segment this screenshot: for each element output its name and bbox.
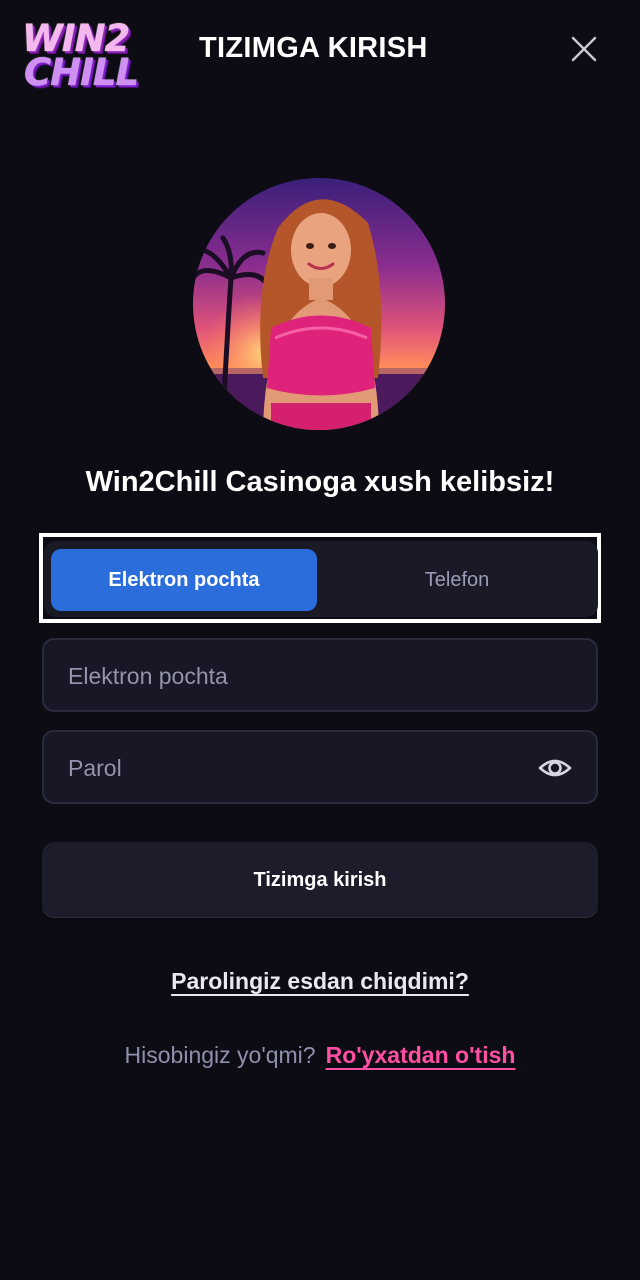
logo-line-2: CHILL: [24, 51, 139, 94]
email-field-container: [42, 638, 598, 712]
tab-email[interactable]: Elektron pochta: [51, 549, 317, 611]
brand-logo[interactable]: WIN2 CHILL: [22, 20, 152, 96]
password-field[interactable]: [66, 732, 530, 804]
login-page: WIN2 CHILL TIZIMGA KIRISH Win2Chill Casi…: [0, 0, 640, 1280]
register-link[interactable]: Ro'yxatdan o'tish: [326, 1042, 516, 1068]
register-question: Hisobingiz yo'qmi?: [124, 1042, 316, 1068]
login-method-tabs: Elektron pochta Telefon: [44, 541, 598, 617]
email-field[interactable]: [66, 640, 530, 712]
page-title: TIZIMGA KIRISH: [199, 32, 428, 64]
mascot-avatar-image: [193, 178, 445, 430]
close-button[interactable]: [568, 33, 600, 65]
login-button[interactable]: Tizimga kirish: [42, 842, 598, 918]
welcome-heading: Win2Chill Casinoga xush kelibsiz!: [85, 466, 555, 498]
forgot-password-wrapper: Parolingiz esdan chiqdimi?: [0, 968, 640, 995]
close-icon: [571, 36, 597, 62]
password-field-container: [42, 730, 598, 804]
forgot-password-link[interactable]: Parolingiz esdan chiqdimi?: [171, 968, 469, 994]
header: WIN2 CHILL TIZIMGA KIRISH: [0, 0, 640, 100]
register-prompt: Hisobingiz yo'qmi? Ro'yxatdan o'tish: [0, 1042, 640, 1069]
eye-icon[interactable]: [538, 753, 572, 783]
tab-phone[interactable]: Telefon: [324, 549, 590, 611]
